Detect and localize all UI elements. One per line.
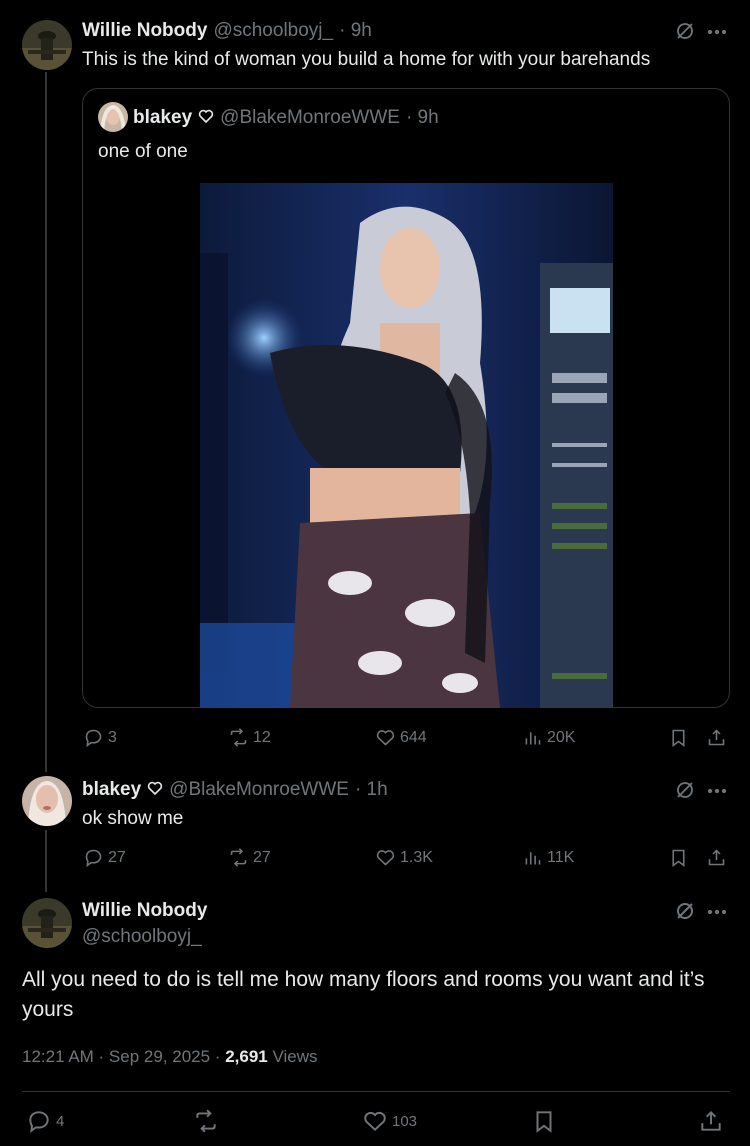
author-name[interactable]: blakey [82, 779, 141, 801]
post-text: ok show me [82, 808, 184, 829]
quoted-post[interactable]: blakey @BlakeMonroeWWE · 9h one of one [82, 88, 730, 708]
reply-button[interactable]: 4 [26, 1108, 64, 1134]
bookmark-button[interactable] [668, 847, 689, 868]
author-handle[interactable]: @BlakeMonroeWWE [169, 779, 349, 801]
divider [22, 1091, 730, 1092]
like-button[interactable]: 1.3K [375, 847, 433, 868]
reply-button[interactable]: 3 [83, 727, 117, 748]
grok-icon[interactable] [674, 779, 696, 806]
like-count: 103 [392, 1112, 418, 1130]
avatar[interactable] [98, 102, 128, 132]
share-button[interactable] [706, 727, 727, 748]
repost-count: 12 [253, 728, 271, 746]
post-time[interactable]: · 9h [339, 20, 372, 42]
like-count: 644 [400, 728, 427, 746]
views-count: 11K [547, 848, 575, 866]
heart-badge-icon [147, 780, 163, 801]
views-button[interactable]: 11K [522, 847, 574, 868]
quote-text: one of one [98, 141, 188, 162]
quote-photo[interactable] [200, 183, 613, 708]
views-button[interactable]: 20K [522, 727, 575, 748]
like-icon [376, 850, 395, 866]
bookmark-icon [672, 729, 685, 747]
reply-count: 4 [56, 1112, 65, 1130]
more-icon[interactable] [706, 21, 728, 48]
repost-icon [230, 728, 247, 747]
quote-author-handle: @BlakeMonroeWWE [220, 107, 400, 128]
reply-count: 27 [108, 848, 126, 866]
repost-icon [230, 848, 247, 867]
author-name[interactable]: Willie Nobody [82, 20, 207, 42]
thread-line [45, 72, 47, 772]
avatar[interactable] [22, 898, 72, 948]
share-icon [708, 849, 725, 866]
views-icon [525, 732, 541, 745]
like-button[interactable]: 644 [375, 727, 427, 748]
author-handle[interactable]: @schoolboyj_ [213, 20, 333, 42]
bookmark-button[interactable] [531, 1108, 557, 1134]
views-count: 20K [547, 728, 576, 746]
repost-count: 27 [253, 848, 271, 866]
repost-button[interactable]: 27 [228, 847, 271, 868]
like-count: 1.3K [400, 848, 433, 866]
post-text: This is the kind of woman you build a ho… [82, 49, 651, 70]
like-icon [376, 730, 395, 746]
reply-icon [29, 1111, 49, 1133]
reply-icon [85, 849, 102, 868]
views-icon [525, 852, 541, 865]
author-name[interactable]: Willie Nobody [82, 900, 207, 922]
more-icon[interactable] [706, 901, 728, 928]
post-meta: 12:21 AM · Sep 29, 2025 · 2,691 Views [22, 1047, 318, 1067]
post-text: All you need to do is tell me how many f… [22, 968, 705, 1021]
reply-count: 3 [108, 728, 117, 746]
bookmark-icon [536, 1111, 552, 1133]
share-button[interactable] [706, 847, 727, 868]
quote-time: · 9h [405, 107, 439, 128]
more-icon[interactable] [706, 780, 728, 807]
share-icon [701, 1110, 721, 1131]
bookmark-button[interactable] [668, 727, 689, 748]
repost-button[interactable] [193, 1108, 219, 1134]
grok-icon[interactable] [674, 20, 696, 47]
reply-button[interactable]: 27 [83, 847, 126, 868]
views-label: Views [267, 1047, 318, 1066]
heart-badge-icon [198, 108, 214, 129]
avatar[interactable] [22, 20, 72, 70]
thread-line [45, 830, 47, 892]
share-icon [708, 729, 725, 746]
like-button[interactable]: 103 [362, 1108, 417, 1134]
repost-icon [196, 1109, 216, 1133]
post-timestamp[interactable]: 12:21 AM · Sep 29, 2025 · [22, 1047, 225, 1066]
views-count: 2,691 [225, 1047, 268, 1066]
bookmark-icon [672, 849, 685, 867]
post-time[interactable]: · 1h [355, 779, 388, 801]
author-handle[interactable]: @schoolboyj_ [82, 926, 202, 948]
repost-button[interactable]: 12 [228, 727, 271, 748]
share-button[interactable] [698, 1108, 724, 1134]
reply-icon [85, 729, 102, 748]
grok-icon[interactable] [674, 900, 696, 927]
like-icon [364, 1111, 386, 1132]
quote-author-name: blakey [133, 107, 193, 128]
avatar[interactable] [22, 776, 72, 826]
